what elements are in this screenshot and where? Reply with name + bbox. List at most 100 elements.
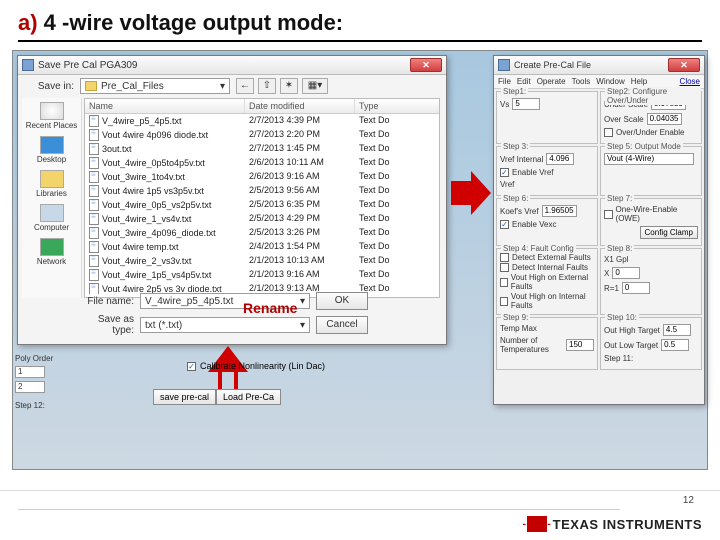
file-date: 2/7/2013 2:20 PM xyxy=(245,129,355,141)
save-dialog-titlebar: Save Pre Cal PGA309 ✕ xyxy=(18,56,446,75)
back-button[interactable]: ← xyxy=(236,78,254,94)
new-folder-button[interactable]: ✶ xyxy=(280,78,298,94)
load-precal-button[interactable]: Load Pre-Ca xyxy=(216,389,281,405)
text-file-icon xyxy=(89,213,99,225)
step4-title: Step 4: Fault Config xyxy=(501,244,576,253)
right-arrow-annotation xyxy=(451,171,491,215)
koef-vref-input[interactable]: 1.96505 xyxy=(542,205,577,217)
file-row[interactable]: Vout_4wire_1_vs4v.txt2/5/2013 4:29 PMTex… xyxy=(85,212,439,226)
col-type[interactable]: Type xyxy=(355,99,439,113)
text-file-icon xyxy=(89,269,99,281)
calibrate-checkbox[interactable]: ✓ xyxy=(187,362,196,371)
vs-input[interactable]: 5 xyxy=(512,98,540,110)
save-in-label: Save in: xyxy=(24,81,80,92)
ti-logo: TEXAS INSTRUMENTS xyxy=(527,516,702,532)
places-desk[interactable]: Desktop xyxy=(22,134,81,166)
config-clamp-button[interactable]: Config Clamp xyxy=(640,226,698,239)
up-one-level-button[interactable]: ⇧ xyxy=(258,78,276,94)
close-link[interactable]: Close xyxy=(680,77,700,86)
precal-buttons-fragment: save pre-cal Load Pre-Ca xyxy=(153,389,281,405)
poly-input-1[interactable]: 1 xyxy=(15,366,45,378)
calibrate-row: ✓ Calibrate Nonlinearity (Lin Dac) xyxy=(187,361,325,371)
cancel-button[interactable]: Cancel xyxy=(316,316,368,334)
file-row[interactable]: Vout_3wire_1to4v.txt2/6/2013 9:16 AMText… xyxy=(85,170,439,184)
step9-box: Step 9: Temp Max Number of Temperatures1… xyxy=(496,317,598,370)
app-icon xyxy=(22,59,34,71)
file-list-pane: Name Date modified Type V_4wire_p5_4p5.t… xyxy=(84,98,440,298)
r-input[interactable]: 0 xyxy=(622,282,650,294)
out-low-input[interactable]: 0.5 xyxy=(661,339,689,351)
ok-button[interactable]: OK xyxy=(316,292,368,310)
over-under-enable-checkbox[interactable] xyxy=(604,128,613,137)
places-comp[interactable]: Computer xyxy=(22,202,81,234)
temp-max-label: Temp Max xyxy=(500,324,537,333)
heading-prefix: a) xyxy=(18,10,38,35)
places-lib[interactable]: Libraries xyxy=(22,168,81,200)
dialog-toolbar: ← ⇧ ✶ ▦▾ xyxy=(236,78,328,94)
fault-checkbox[interactable] xyxy=(500,253,509,262)
menu-file[interactable]: File xyxy=(498,77,511,86)
over-scale-input[interactable]: 0.04035 xyxy=(647,113,682,125)
file-type: Text Do xyxy=(355,199,439,211)
menu-help[interactable]: Help xyxy=(631,77,647,86)
out-high-label: Out High Target xyxy=(604,326,660,335)
lib-icon xyxy=(40,170,64,188)
fault-label: Detect External Faults xyxy=(512,253,591,262)
fault-checkbox[interactable] xyxy=(500,278,508,287)
places-net[interactable]: Network xyxy=(22,236,81,268)
x-input[interactable]: 0 xyxy=(612,267,640,279)
menu-edit[interactable]: Edit xyxy=(517,77,531,86)
owe-label: One-Wire-Enable (OWE) xyxy=(616,205,698,223)
col-date[interactable]: Date modified xyxy=(245,99,355,113)
vref-internal-input[interactable]: 4.096 xyxy=(546,153,574,165)
save-type-dropdown[interactable]: txt (*.txt) ▾ xyxy=(140,317,310,333)
step8-box: Step 8: X1 Gpl X0 R=10 xyxy=(600,248,702,315)
file-list: V_4wire_p5_4p5.txt2/7/2013 4:39 PMText D… xyxy=(85,114,439,294)
step8-title: Step 8: xyxy=(605,244,634,253)
file-date: 2/6/2013 10:11 AM xyxy=(245,157,355,169)
poly-input-2[interactable]: 2 xyxy=(15,381,45,393)
places-recent[interactable]: Recent Places xyxy=(22,100,81,132)
file-row[interactable]: Vout 4wire temp.txt2/4/2013 1:54 PMText … xyxy=(85,240,439,254)
close-button[interactable]: ✕ xyxy=(410,58,442,72)
out-high-input[interactable]: 4.5 xyxy=(663,324,691,336)
view-menu-button[interactable]: ▦▾ xyxy=(302,78,328,94)
step10-title: Step 10: xyxy=(605,313,639,322)
file-date: 2/5/2013 9:56 AM xyxy=(245,185,355,197)
file-row[interactable]: Vout_4wire_1p5_vs4p5v.txt2/1/2013 9:16 A… xyxy=(85,268,439,282)
menu-window[interactable]: Window xyxy=(596,77,624,86)
num-temp-input[interactable]: 150 xyxy=(566,339,594,351)
save-in-dropdown[interactable]: Pre_Cal_Files ▾ xyxy=(80,78,230,94)
out-low-label: Out Low Target xyxy=(604,341,658,350)
save-precal-button[interactable]: save pre-cal xyxy=(153,389,216,405)
file-type: Text Do xyxy=(355,213,439,225)
file-list-header: Name Date modified Type xyxy=(85,99,439,114)
menu-operate[interactable]: Operate xyxy=(537,77,566,86)
menu-tools[interactable]: Tools xyxy=(572,77,591,86)
heading-rest: 4 -wire voltage output mode: xyxy=(38,10,344,35)
text-file-icon xyxy=(89,199,99,211)
file-row[interactable]: Vout 4wire 4p096 diode.txt2/7/2013 2:20 … xyxy=(85,128,439,142)
file-row[interactable]: V_4wire_p5_4p5.txt2/7/2013 4:39 PMText D… xyxy=(85,114,439,128)
file-row[interactable]: 3out.txt2/7/2013 1:45 PMText Do xyxy=(85,142,439,156)
file-row[interactable]: Vout_3wire_4p096_diode.txt2/5/2013 3:26 … xyxy=(85,226,439,240)
output-mode-dropdown[interactable]: Vout (4-Wire) xyxy=(604,153,694,165)
col-name[interactable]: Name xyxy=(85,99,245,113)
close-button[interactable]: ✕ xyxy=(668,58,700,72)
file-type: Text Do xyxy=(355,241,439,253)
precal-title: Create Pre-Cal File xyxy=(514,60,668,70)
file-row[interactable]: Vout_4wire_0p5to4p5v.txt2/6/2013 10:11 A… xyxy=(85,156,439,170)
enable-vref-checkbox[interactable]: ✓ xyxy=(500,168,509,177)
file-row[interactable]: Vout_4wire_0p5_vs2p5v.txt2/5/2013 6:35 P… xyxy=(85,198,439,212)
places-sidebar: Recent PlacesDesktopLibrariesComputerNet… xyxy=(22,98,82,298)
enable-vexc-checkbox[interactable]: ✓ xyxy=(500,220,509,229)
file-row[interactable]: Vout_4wire_2_vs3v.txt2/1/2013 10:13 AMTe… xyxy=(85,254,439,268)
text-file-icon xyxy=(89,129,99,141)
save-dialog-title: Save Pre Cal PGA309 xyxy=(38,60,410,71)
owe-checkbox[interactable] xyxy=(604,210,613,219)
save-dialog: Save Pre Cal PGA309 ✕ Save in: Pre_Cal_F… xyxy=(17,55,447,345)
fault-checkbox[interactable] xyxy=(500,297,508,306)
save-type-value: txt (*.txt) xyxy=(145,320,182,331)
fault-checkbox[interactable] xyxy=(500,263,509,272)
file-row[interactable]: Vout 4wire 1p5 vs3p5v.txt2/5/2013 9:56 A… xyxy=(85,184,439,198)
